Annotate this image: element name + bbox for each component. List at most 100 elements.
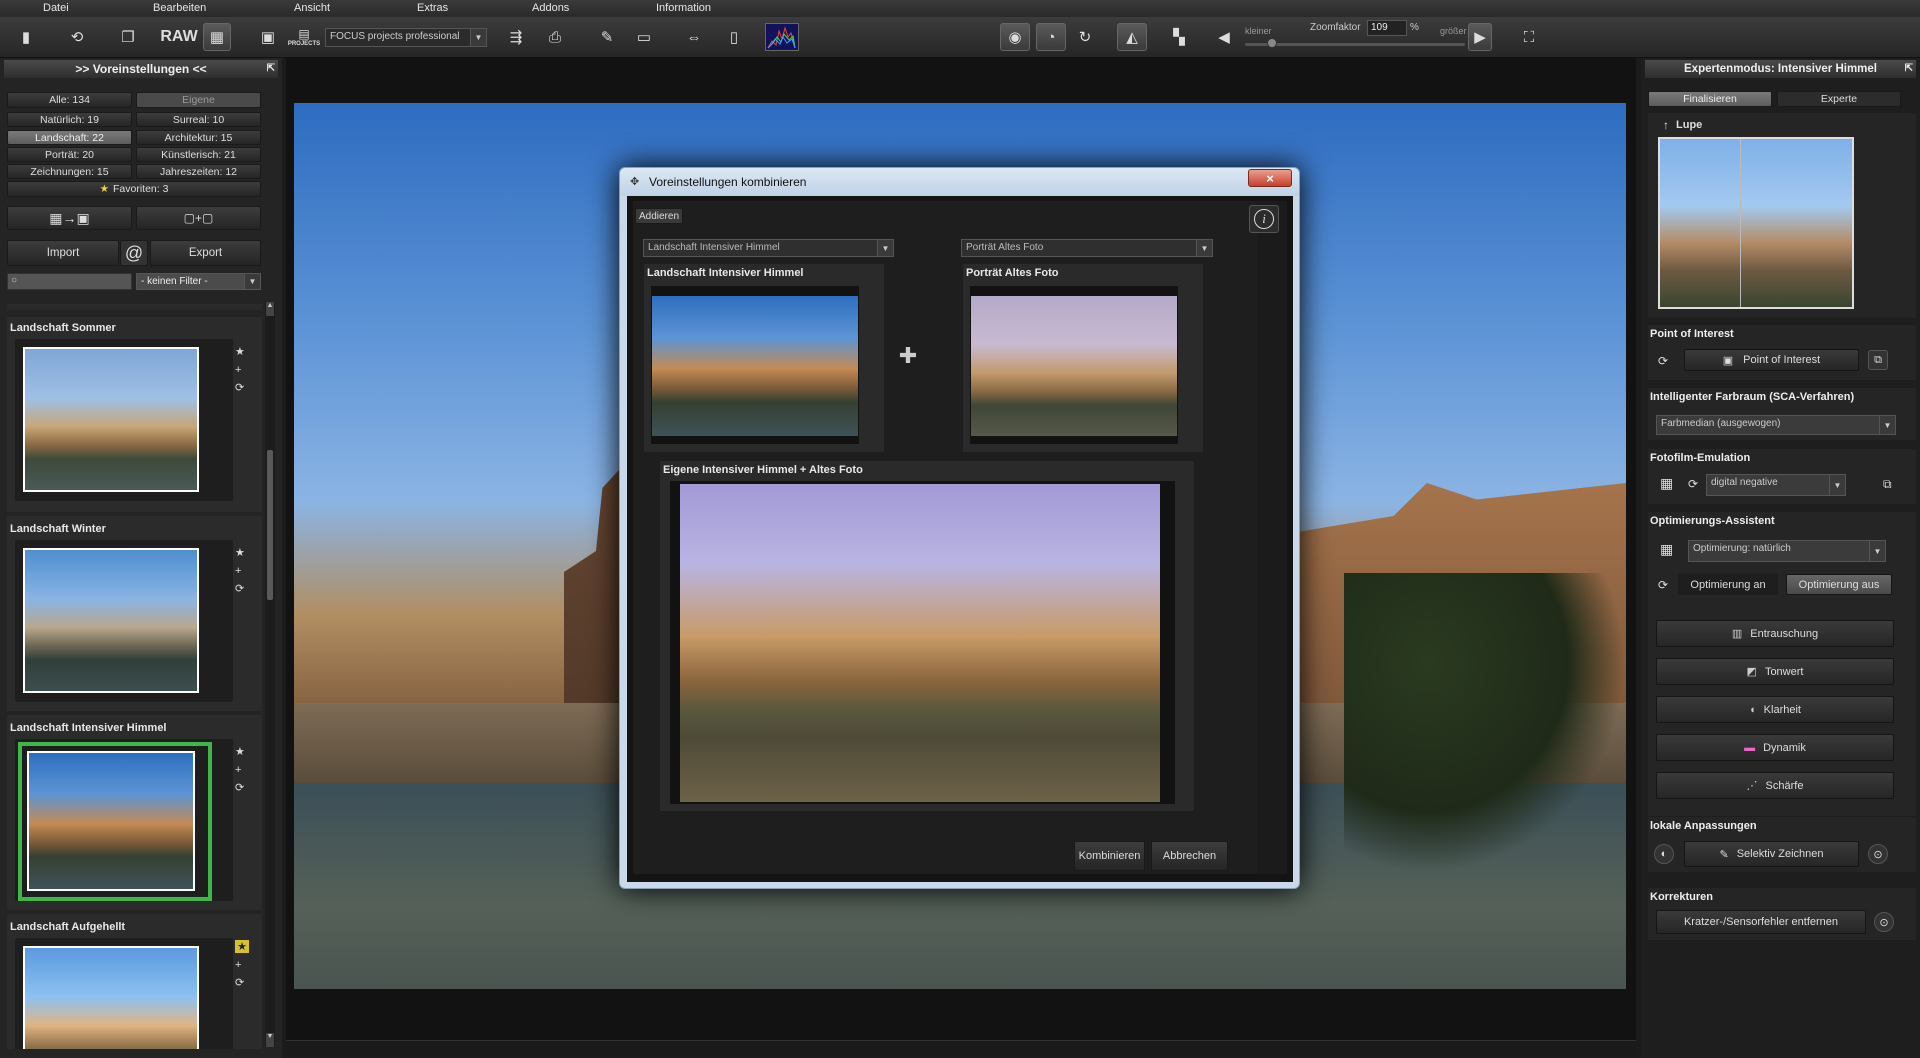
tab-finalize[interactable]: Finalisieren <box>1648 91 1772 107</box>
tool-denoise[interactable]: ▥ Entrauschung <box>1656 620 1894 647</box>
preset-thumbnail[interactable] <box>23 347 199 492</box>
tool-dynamic[interactable]: ▬ Dynamik <box>1656 734 1894 761</box>
opt-grid-icon[interactable]: ▦ <box>1660 541 1673 558</box>
selective-settings-icon[interactable]: ⊙ <box>1868 844 1888 864</box>
scroll-thumb[interactable] <box>267 450 273 600</box>
filter-artistic[interactable]: Künstlerisch: 21 <box>136 147 261 162</box>
zoom-slider-handle[interactable] <box>1267 38 1277 48</box>
tool-clarity[interactable]: ◖ Klarheit <box>1656 696 1894 723</box>
crop-icon[interactable]: ⇔ <box>680 23 708 51</box>
tab-expert[interactable]: Experte <box>1777 91 1901 107</box>
export-icon[interactable]: ⇶ <box>502 23 530 51</box>
preset-thumbnail[interactable] <box>27 751 195 891</box>
plus-icon[interactable]: + <box>235 364 245 376</box>
menu-extras[interactable]: Extras <box>417 2 448 14</box>
scroll-down-icon[interactable]: ▼ <box>266 1033 274 1047</box>
info-button[interactable]: i <box>1249 205 1279 233</box>
close-icon[interactable]: × <box>1248 169 1292 187</box>
preset-thumbnail[interactable] <box>23 548 199 693</box>
copy-icon[interactable]: ❐ <box>114 23 142 51</box>
magnifier-image[interactable] <box>1658 137 1854 309</box>
film-grid-icon[interactable]: ▦ <box>1660 475 1673 492</box>
reset-icon[interactable]: ⟳ <box>1688 477 1698 491</box>
preview-eye-icon[interactable]: ◉ <box>1000 23 1030 51</box>
export-button[interactable]: Export <box>150 240 261 266</box>
tool-sharpness[interactable]: ⋰ Schärfe <box>1656 772 1894 799</box>
star-icon[interactable]: ★ <box>235 546 245 559</box>
plus-icon[interactable]: + <box>235 764 245 776</box>
save-icon[interactable]: ▣ <box>254 23 282 51</box>
new-document-icon[interactable]: ▮ <box>12 23 40 51</box>
preset-select-right[interactable]: Porträt Altes Foto ▼ <box>961 239 1213 257</box>
auto-refresh-icon[interactable]: ◔ <box>1036 23 1066 51</box>
combine-presets-button[interactable]: ▢+▢ <box>136 206 261 230</box>
filter-seasons[interactable]: Jahreszeiten: 12 <box>136 164 261 179</box>
zoom-in-icon[interactable]: ▶ <box>1468 23 1492 51</box>
edit-icon[interactable]: ✎ <box>593 23 621 51</box>
batch-icon[interactable]: ▦ <box>203 23 231 51</box>
filter-architecture[interactable]: Architektur: 15 <box>136 130 261 145</box>
refresh-icon[interactable]: ⟳ <box>235 976 249 989</box>
refresh-icon[interactable]: ⟳ <box>235 781 245 794</box>
preset-item[interactable]: Landschaft Aufgehellt ★ + ⟳ <box>7 914 262 1049</box>
histogram-icon[interactable] <box>765 23 799 51</box>
scroll-up-icon[interactable]: ▲ <box>266 302 274 316</box>
pin-icon[interactable]: ⇱ <box>267 60 275 78</box>
reset-icon[interactable]: ⟳ <box>1658 354 1668 368</box>
menu-information[interactable]: Information <box>656 2 711 14</box>
opt-off-button[interactable]: Optimierung aus <box>1786 574 1892 595</box>
pin-icon[interactable]: ⇱ <box>1905 60 1913 78</box>
refresh-icon[interactable]: ⟳ <box>235 582 245 595</box>
filter-select[interactable]: - keinen Filter - ▼ <box>136 273 261 290</box>
search-input[interactable]: ○ <box>7 273 132 290</box>
history-icon[interactable]: ⟲ <box>63 23 91 51</box>
combine-button[interactable]: Kombinieren <box>1074 841 1145 871</box>
presets-scrollbar[interactable]: ▲ ▼ <box>265 302 275 1047</box>
cancel-button[interactable]: Abbrechen <box>1151 841 1228 871</box>
sca-select[interactable]: Farbmedian (ausgewogen) ▼ <box>1656 415 1896 435</box>
email-button[interactable]: @ <box>120 240 148 266</box>
reset-icon[interactable]: ⟳ <box>1658 578 1668 592</box>
selective-draw-button[interactable]: ✎ Selektiv Zeichnen <box>1684 841 1859 867</box>
raw-button[interactable]: RAW <box>160 23 197 51</box>
filter-own[interactable]: Eigene <box>136 92 261 108</box>
projects-button[interactable]: ▤ PROJECTS <box>288 23 320 51</box>
film-settings-icon[interactable]: ⧉ <box>1883 477 1892 492</box>
add-tab[interactable]: Addieren <box>635 208 683 224</box>
preset-thumbnail[interactable] <box>23 946 199 1049</box>
star-icon[interactable]: ★ <box>235 345 245 358</box>
poi-settings-icon[interactable]: ⧉ <box>1868 350 1888 370</box>
grid-icon[interactable]: ▚ <box>1165 23 1193 51</box>
zoom-out-icon[interactable]: ◀ <box>1213 23 1235 51</box>
preset-select-left[interactable]: Landschaft Intensiver Himmel ▼ <box>643 239 894 257</box>
opt-on-button[interactable]: Optimierung an <box>1678 574 1778 595</box>
zoom-input[interactable]: 109 <box>1367 20 1407 36</box>
filter-all[interactable]: Alle: 134 <box>7 92 132 108</box>
preset-item[interactable]: Landschaft Winter ★ + ⟳ <box>7 516 262 711</box>
grid-to-save-button[interactable]: ▦→▣ <box>7 206 132 230</box>
plus-icon[interactable]: + <box>235 959 249 971</box>
star-icon[interactable]: ★ <box>235 940 249 953</box>
arrow-up-icon[interactable]: ↑ <box>1663 118 1669 132</box>
preset-item-selected[interactable]: Landschaft Intensiver Himmel ★ + ⟳ <box>7 715 262 910</box>
menu-addons[interactable]: Addons <box>532 2 569 14</box>
plus-icon[interactable]: + <box>235 565 245 577</box>
menu-datei[interactable]: Datei <box>43 2 69 14</box>
refresh-icon[interactable]: ⟳ <box>235 381 245 394</box>
filter-favorites[interactable]: ★ Favoriten: 3 <box>7 181 261 197</box>
import-button[interactable]: Import <box>7 240 119 266</box>
scratch-removal-button[interactable]: Kratzer-/Sensorfehler entfernen <box>1656 910 1866 934</box>
filter-surreal[interactable]: Surreal: 10 <box>136 112 261 127</box>
zoom-slider-track[interactable] <box>1245 43 1465 46</box>
menu-bearbeiten[interactable]: Bearbeiten <box>153 2 206 14</box>
menu-ansicht[interactable]: Ansicht <box>294 2 330 14</box>
scratch-settings-icon[interactable]: ⊙ <box>1874 912 1894 932</box>
filter-portrait[interactable]: Porträt: 20 <box>7 147 132 162</box>
compare-icon[interactable]: ▭ <box>630 23 658 51</box>
opt-select[interactable]: Optimierung: natürlich ▼ <box>1688 540 1886 562</box>
tool-tonal[interactable]: ◩ Tonwert <box>1656 658 1894 685</box>
profile-select[interactable]: FOCUS projects professional ▼ <box>325 28 487 47</box>
star-icon[interactable]: ★ <box>235 745 245 758</box>
filter-drawings[interactable]: Zeichnungen: 15 <box>7 164 132 179</box>
filter-landscape[interactable]: Landschaft: 22 <box>7 130 132 145</box>
